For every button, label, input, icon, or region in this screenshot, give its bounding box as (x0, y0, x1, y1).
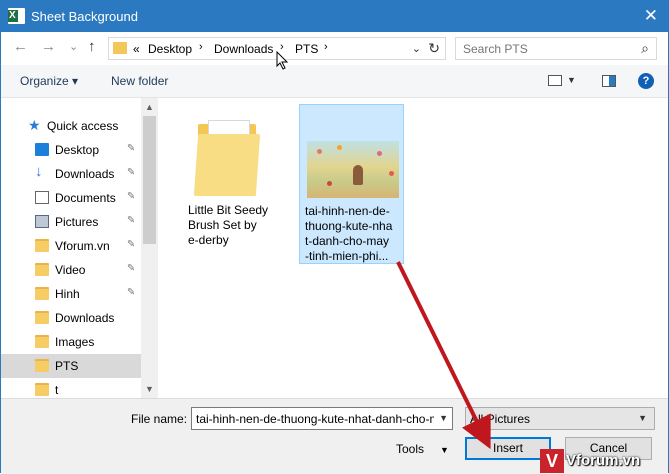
file-name: Little Bit Seedy Brush Set by e-derby (188, 203, 269, 247)
up-icon[interactable]: ↑ (88, 38, 96, 55)
vforum-watermark: V Vforum.vn (540, 449, 669, 473)
documents-icon (35, 191, 49, 204)
file-name: tai-hinh-nen-de- thuong-kute-nha t-danh-… (305, 204, 393, 263)
sidebar-item-label: t (55, 383, 59, 397)
address-bar-row: ← → ⌄ ↑ « Desktop › Downloads › PTS › ⌄ … (1, 32, 668, 65)
file-type-select[interactable]: All Pictures ▼ (465, 407, 655, 430)
file-name-value[interactable]: tai-hinh-nen-de-thuong-kute-nhat-danh-ch… (196, 412, 434, 426)
insert-button[interactable]: Insert (465, 437, 551, 460)
sidebar-item-label: Video (55, 263, 86, 277)
sidebar-item-pts[interactable]: PTS (1, 354, 141, 378)
pictures-icon (35, 215, 49, 228)
file-item-image[interactable]: tai-hinh-nen-de- thuong-kute-nha t-danh-… (299, 104, 404, 264)
sidebar-item-hinh[interactable]: Hinh ✎ (1, 282, 141, 306)
navigation-scrollbar[interactable]: ▲ ▼ (141, 98, 158, 398)
new-folder-button[interactable]: New folder (111, 74, 168, 88)
back-icon[interactable]: ← (13, 38, 28, 55)
folder-icon (35, 239, 49, 252)
watermark-text: Vforum.vn (566, 452, 641, 469)
mouse-cursor-icon (276, 51, 289, 70)
sidebar-item-t[interactable]: t (1, 378, 141, 398)
folder-icon (35, 287, 49, 300)
sidebar-item-label: Downloads (55, 167, 115, 181)
folder-icon (35, 311, 49, 324)
folder-icon (35, 359, 49, 372)
sidebar-item-label: Downloads (55, 311, 115, 325)
file-item-folder[interactable]: Little Bit Seedy Brush Set by e-derby (182, 104, 272, 264)
folder-icon (35, 263, 49, 276)
command-toolbar: Organize ▾ New folder ▼ ? (1, 65, 668, 98)
address-overflow[interactable]: « (133, 42, 140, 56)
sidebar-item-desktop[interactable]: Desktop ✎ (1, 138, 141, 162)
pin-icon[interactable]: ✎ (127, 143, 135, 154)
chevron-down-icon[interactable]: ▼ (439, 413, 448, 423)
downloads-icon: ↓ (35, 163, 43, 180)
organize-menu[interactable]: Organize ▾ (20, 74, 78, 88)
forward-icon[interactable]: → (41, 38, 56, 55)
sheet-background-dialog: X Sheet Background ✕ ← → ⌄ ↑ « Desktop ›… (0, 0, 669, 474)
sidebar-item-downloads[interactable]: ↓ Downloads ✎ (1, 162, 141, 186)
breadcrumb-pts[interactable]: PTS (295, 42, 318, 56)
file-type-value[interactable]: All Pictures (470, 412, 530, 426)
sidebar-item-images[interactable]: Images (1, 330, 141, 354)
chevron-down-icon[interactable]: ▼ (440, 445, 449, 455)
sidebar-item-pictures[interactable]: Pictures ✎ (1, 210, 141, 234)
pin-icon[interactable]: ✎ (127, 167, 135, 178)
breadcrumb-downloads[interactable]: Downloads (214, 42, 273, 56)
folder-icon (193, 116, 261, 196)
window-title: Sheet Background (31, 9, 138, 24)
pin-icon[interactable]: ✎ (127, 287, 135, 298)
star-icon: ★ (28, 117, 41, 133)
sidebar-item-video[interactable]: Video ✎ (1, 258, 141, 282)
close-icon[interactable]: ✕ (644, 6, 658, 26)
preview-pane-icon[interactable] (602, 75, 616, 87)
sidebar-item-label: Pictures (55, 215, 99, 229)
pin-icon[interactable]: ✎ (127, 239, 135, 250)
sidebar-item-label: Quick access (47, 119, 119, 133)
sidebar-item-label: Desktop (55, 143, 100, 157)
sidebar-item-label: PTS (55, 359, 79, 373)
tools-menu[interactable]: Tools ▼ (396, 442, 449, 456)
chevron-right-icon[interactable]: › (199, 41, 203, 53)
chevron-down-icon[interactable]: ⌄ (412, 42, 421, 55)
sidebar-item-label: Images (55, 335, 95, 349)
image-thumbnail (307, 141, 399, 198)
recent-locations-icon[interactable]: ⌄ (69, 40, 78, 53)
pin-icon[interactable]: ✎ (127, 215, 135, 226)
search-icon[interactable]: ⌕ (641, 40, 649, 57)
file-list: Little Bit Seedy Brush Set by e-derby ta… (158, 98, 668, 398)
pin-icon[interactable]: ✎ (127, 191, 135, 202)
pin-icon[interactable]: ✎ (127, 263, 135, 274)
chevron-right-icon[interactable]: › (324, 41, 328, 53)
folder-icon (35, 383, 49, 396)
chevron-down-icon[interactable]: ▼ (638, 413, 647, 423)
search-box[interactable]: ⌕ (455, 37, 657, 60)
title-bar: X Sheet Background ✕ (1, 1, 668, 32)
folder-icon (35, 335, 49, 348)
sidebar-item-vforum[interactable]: Vforum.vn ✎ (1, 234, 141, 258)
folder-icon (113, 42, 127, 54)
excel-icon: X (8, 8, 25, 24)
sidebar-item-label: Documents (55, 191, 116, 205)
search-input[interactable] (456, 38, 631, 59)
sidebar-item-downloads-folder[interactable]: Downloads (1, 306, 141, 330)
file-name-label: File name: (131, 412, 188, 426)
sidebar-item-label: Hinh (55, 287, 80, 301)
vforum-logo: V (540, 449, 564, 473)
desktop-icon (35, 143, 49, 156)
sidebar-item-label: Vforum.vn (55, 239, 110, 253)
help-icon[interactable]: ? (638, 73, 654, 89)
scrollbar-thumb[interactable] (143, 116, 156, 244)
refresh-icon[interactable]: ↻ (428, 40, 440, 57)
sidebar-item-quick-access[interactable]: ★ Quick access (1, 114, 141, 138)
chevron-down-icon[interactable]: ▼ (567, 75, 576, 85)
view-options-icon[interactable] (548, 75, 562, 86)
tools-label[interactable]: Tools (396, 442, 424, 456)
scroll-down-icon[interactable]: ▼ (145, 384, 154, 394)
file-name-field[interactable]: tai-hinh-nen-de-thuong-kute-nhat-danh-ch… (191, 407, 453, 430)
navigation-pane: ★ Quick access Desktop ✎ ↓ Downloads ✎ D… (1, 98, 158, 398)
sidebar-item-documents[interactable]: Documents ✎ (1, 186, 141, 210)
breadcrumb-desktop[interactable]: Desktop (148, 42, 192, 56)
scroll-up-icon[interactable]: ▲ (145, 102, 154, 112)
